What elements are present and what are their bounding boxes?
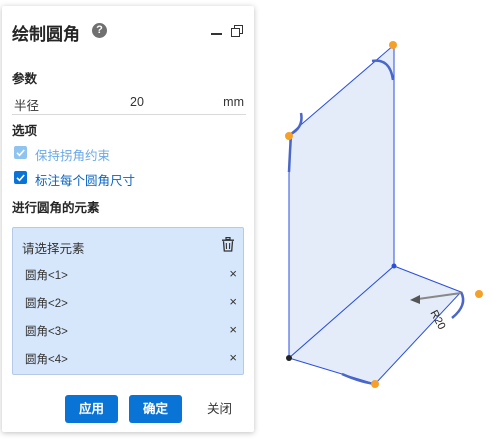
remove-icon[interactable]: × <box>229 266 237 281</box>
radius-label: 半径 <box>14 99 40 113</box>
remove-icon[interactable]: × <box>229 294 237 309</box>
list-item-label: 圆角<3> <box>25 326 68 338</box>
corner-point <box>391 263 397 269</box>
help-icon[interactable]: ? <box>92 23 107 38</box>
minimize-icon[interactable] <box>210 26 224 40</box>
list-item-label: 圆角<2> <box>25 298 68 310</box>
restore-icon[interactable] <box>230 24 244 38</box>
radius-field[interactable]: 半径 20 mm <box>12 92 246 115</box>
element-list[interactable]: 请选择元素 圆角<1> × 圆角<2> × 圆角<3> × 圆角<4> × <box>12 227 244 375</box>
list-item[interactable]: 圆角<1> × <box>25 266 237 283</box>
keep-corner-label: 保持拐角约束 <box>35 149 111 163</box>
check-icon <box>16 174 25 182</box>
panel-header: 绘制圆角 ? <box>12 20 246 44</box>
list-item-label: 圆角<1> <box>25 270 68 282</box>
annotate-checkbox[interactable] <box>14 171 27 184</box>
element-list-title: 请选择元素 <box>22 242 85 256</box>
radius-input[interactable]: 20 <box>82 95 192 109</box>
remove-icon[interactable]: × <box>229 350 237 365</box>
list-item[interactable]: 圆角<3> × <box>25 322 237 339</box>
vertex-point <box>285 132 293 140</box>
list-item[interactable]: 圆角<4> × <box>25 350 237 367</box>
vertex-point <box>389 41 397 49</box>
annotate-label: 标注每个圆角尺寸 <box>35 174 136 188</box>
elements-section-title: 进行圆角的元素 <box>12 201 100 215</box>
keep-corner-checkbox[interactable] <box>14 146 27 159</box>
corner-point <box>286 355 292 361</box>
list-item[interactable]: 圆角<2> × <box>25 294 237 311</box>
params-section-title: 参数 <box>12 72 38 86</box>
3d-model-viewport[interactable]: R20 <box>260 0 492 440</box>
close-button[interactable]: 关闭 <box>193 395 246 423</box>
check-icon <box>16 149 25 157</box>
apply-button[interactable]: 应用 <box>65 395 118 423</box>
options-section-title: 选项 <box>12 124 38 138</box>
trash-icon[interactable] <box>221 237 235 252</box>
vertex-point <box>475 290 483 298</box>
list-item-label: 圆角<4> <box>25 354 68 366</box>
confirm-button[interactable]: 确定 <box>129 395 182 423</box>
radius-unit: mm <box>223 95 244 109</box>
vertex-point <box>371 380 379 388</box>
fillet-panel: 绘制圆角 ? 参数 半径 20 mm 选项 保持拐角约束 标注每个圆角尺寸 进行… <box>2 6 254 432</box>
panel-title: 绘制圆角 <box>12 25 80 44</box>
remove-icon[interactable]: × <box>229 322 237 337</box>
